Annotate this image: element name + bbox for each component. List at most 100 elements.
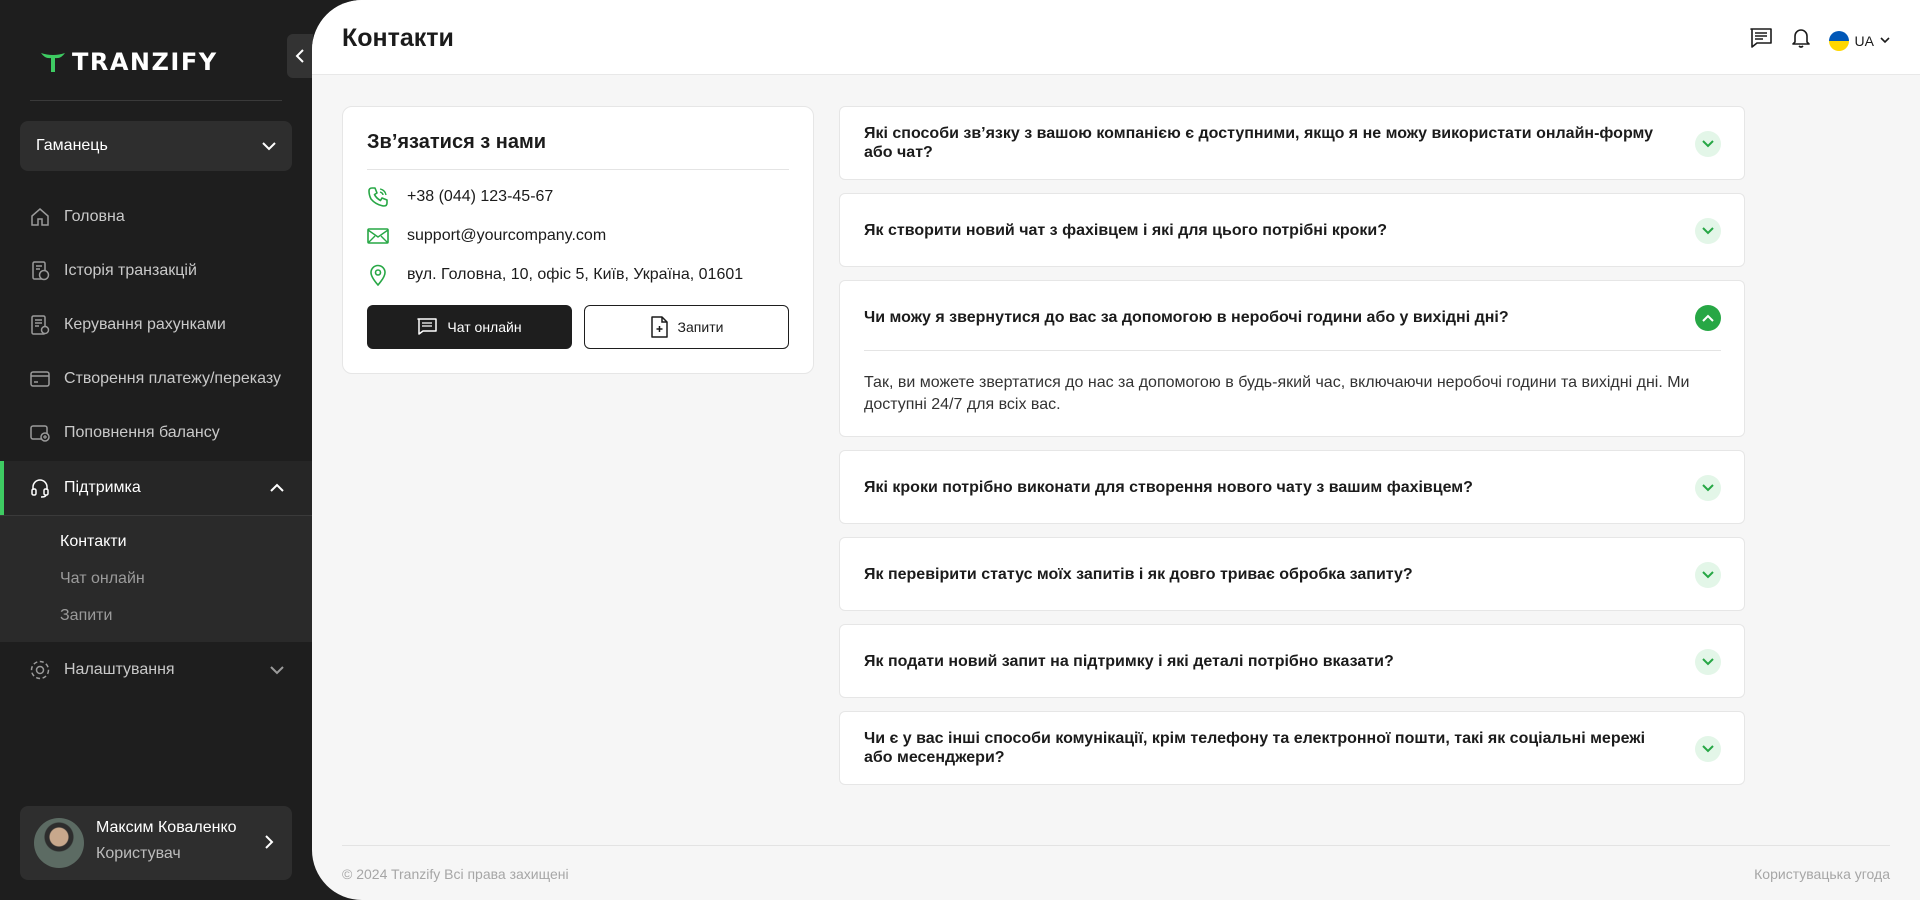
faq-question: Як створити новий чат з фахівцем і які д… [864,222,1387,239]
language-code: UA [1854,32,1874,49]
nav-label: Створення платежу/переказу [64,370,282,387]
terms-link[interactable]: Користувацька угода [1754,866,1890,882]
chevron-up-icon [270,483,284,492]
brand-logo[interactable]: TRANZIFY [40,48,218,76]
chevron-down-icon [1702,571,1714,579]
wallet-selector[interactable]: Гаманець [20,121,292,171]
nav-item-payment[interactable]: Створення платежу/переказу [0,352,312,406]
nav-item-history[interactable]: Історія транзакцій [0,244,312,298]
chevron-right-icon [265,835,274,849]
home-icon [28,205,52,229]
faq-question: Які способи зв’язку з вашою компанією є … [864,125,1654,161]
contact-email[interactable]: support@yourcompany.com [367,225,606,247]
user-name: Максим Коваленко [96,819,237,836]
bell-icon[interactable] [1791,27,1811,54]
nav-label: Налаштування [64,661,175,678]
language-selector[interactable]: UA [1828,30,1890,51]
chevron-down-icon [262,141,276,150]
nav-item-settings[interactable]: Налаштування [0,643,312,697]
main-content: Контакти UA Зв’язатися з нами +38 (044) … [312,0,1920,900]
headset-icon [28,476,52,500]
nav-label: Історія транзакцій [64,262,197,279]
nav-label: Підтримка [64,479,141,496]
submenu-item-requests[interactable]: Запити [60,607,112,625]
email-value: support@yourcompany.com [407,227,607,244]
user-profile-card[interactable]: Максим Коваленко Користувач [20,806,292,880]
avatar [34,818,84,868]
footer-copyright: © 2024 Tranzify Всі права захищені [342,866,569,882]
chevron-down-icon [1702,658,1714,666]
logo-icon [41,53,65,72]
accounts-icon [28,313,52,337]
faq-item-expanded[interactable]: Чи можу я звернутися до вас за допомогою… [839,280,1745,437]
messages-icon[interactable] [1749,27,1773,54]
phone-icon [367,186,389,208]
topbar: Контакти UA [312,0,1920,75]
divider [367,169,789,170]
faq-toggle[interactable] [1695,305,1721,331]
chat-icon [417,318,438,335]
contact-title: Зв’язатися з нами [367,131,547,153]
faq-item[interactable]: Як подати новий запит на підтримку і які… [839,624,1745,698]
chevron-down-icon [1702,140,1714,148]
online-chat-button[interactable]: Чат онлайн [367,305,572,349]
faq-question: Чи можу я звернутися до вас за допомогою… [864,309,1509,326]
divider [864,350,1721,351]
faq-question: Як перевірити статус моїх запитів і як д… [864,566,1413,583]
faq-question: Які кроки потрібно виконати для створенн… [864,479,1473,496]
chevron-down-icon [1702,227,1714,235]
new-document-icon [650,316,668,338]
divider [30,100,282,101]
requests-label: Запити [677,319,724,335]
faq-item[interactable]: Чи є у вас інші способи комунікації, крі… [839,711,1745,785]
nav-item-accounts[interactable]: Керування рахунками [0,298,312,352]
chevron-down-icon [1702,484,1714,492]
ukraine-flag-icon [1828,30,1849,51]
requests-button[interactable]: Запити [584,305,789,349]
wallet-label: Гаманець [36,137,108,154]
footer-divider [342,845,1890,846]
faq-toggle[interactable] [1695,218,1721,244]
faq-item[interactable]: Які способи зв’язку з вашою компанією є … [839,106,1745,180]
page-title: Контакти [342,24,454,52]
support-submenu: Контакти Чат онлайн Запити [0,515,312,642]
phone-value: +38 (044) 123-45-67 [407,188,554,205]
faq-toggle[interactable] [1695,736,1721,762]
topup-icon [28,421,52,445]
faq-item[interactable]: Які кроки потрібно виконати для створенн… [839,450,1745,524]
chevron-down-icon [1880,37,1890,44]
topbar-actions: UA [1749,27,1890,54]
faq-item[interactable]: Як перевірити статус моїх запитів і як д… [839,537,1745,611]
contact-address[interactable]: вул. Головна, 10, офіс 5, Київ, Україна,… [367,264,743,286]
submenu-item-contacts[interactable]: Контакти [60,533,127,551]
nav-item-topup[interactable]: Поповнення балансу [0,406,312,460]
chevron-left-icon [295,49,304,63]
contact-phone[interactable]: +38 (044) 123-45-67 [367,186,553,208]
collapse-sidebar-button[interactable] [287,34,313,78]
submenu-item-online-chat[interactable]: Чат онлайн [60,570,145,588]
faq-toggle[interactable] [1695,131,1721,157]
nav-label: Головна [64,208,125,225]
faq-toggle[interactable] [1695,475,1721,501]
faq-toggle[interactable] [1695,562,1721,588]
user-role: Користувач [96,845,181,862]
chevron-down-icon [1702,745,1714,753]
nav-item-support[interactable]: Підтримка [0,461,312,515]
brand-name: TRANZIFY [72,48,218,76]
nav-label: Поповнення балансу [64,424,220,441]
chevron-up-icon [1702,314,1714,322]
address-value: вул. Головна, 10, офіс 5, Київ, Україна,… [407,266,744,283]
contact-card: Зв’язатися з нами +38 (044) 123-45-67 su… [342,106,814,374]
chevron-down-icon [270,666,284,675]
faq-question: Чи є у вас інші способи комунікації, крі… [864,730,1646,766]
sidebar: TRANZIFY Гаманець Головна Історія транза… [0,0,313,900]
faq-toggle[interactable] [1695,649,1721,675]
mail-icon [367,225,389,247]
nav-item-home[interactable]: Головна [0,190,312,244]
online-chat-label: Чат онлайн [447,319,522,335]
faq-question: Як подати новий запит на підтримку і які… [864,653,1394,670]
location-pin-icon [367,264,389,286]
payment-icon [28,367,52,391]
faq-item[interactable]: Як створити новий чат з фахівцем і які д… [839,193,1745,267]
faq-answer: Так, ви можете звертатися до нас за допо… [864,374,1690,413]
